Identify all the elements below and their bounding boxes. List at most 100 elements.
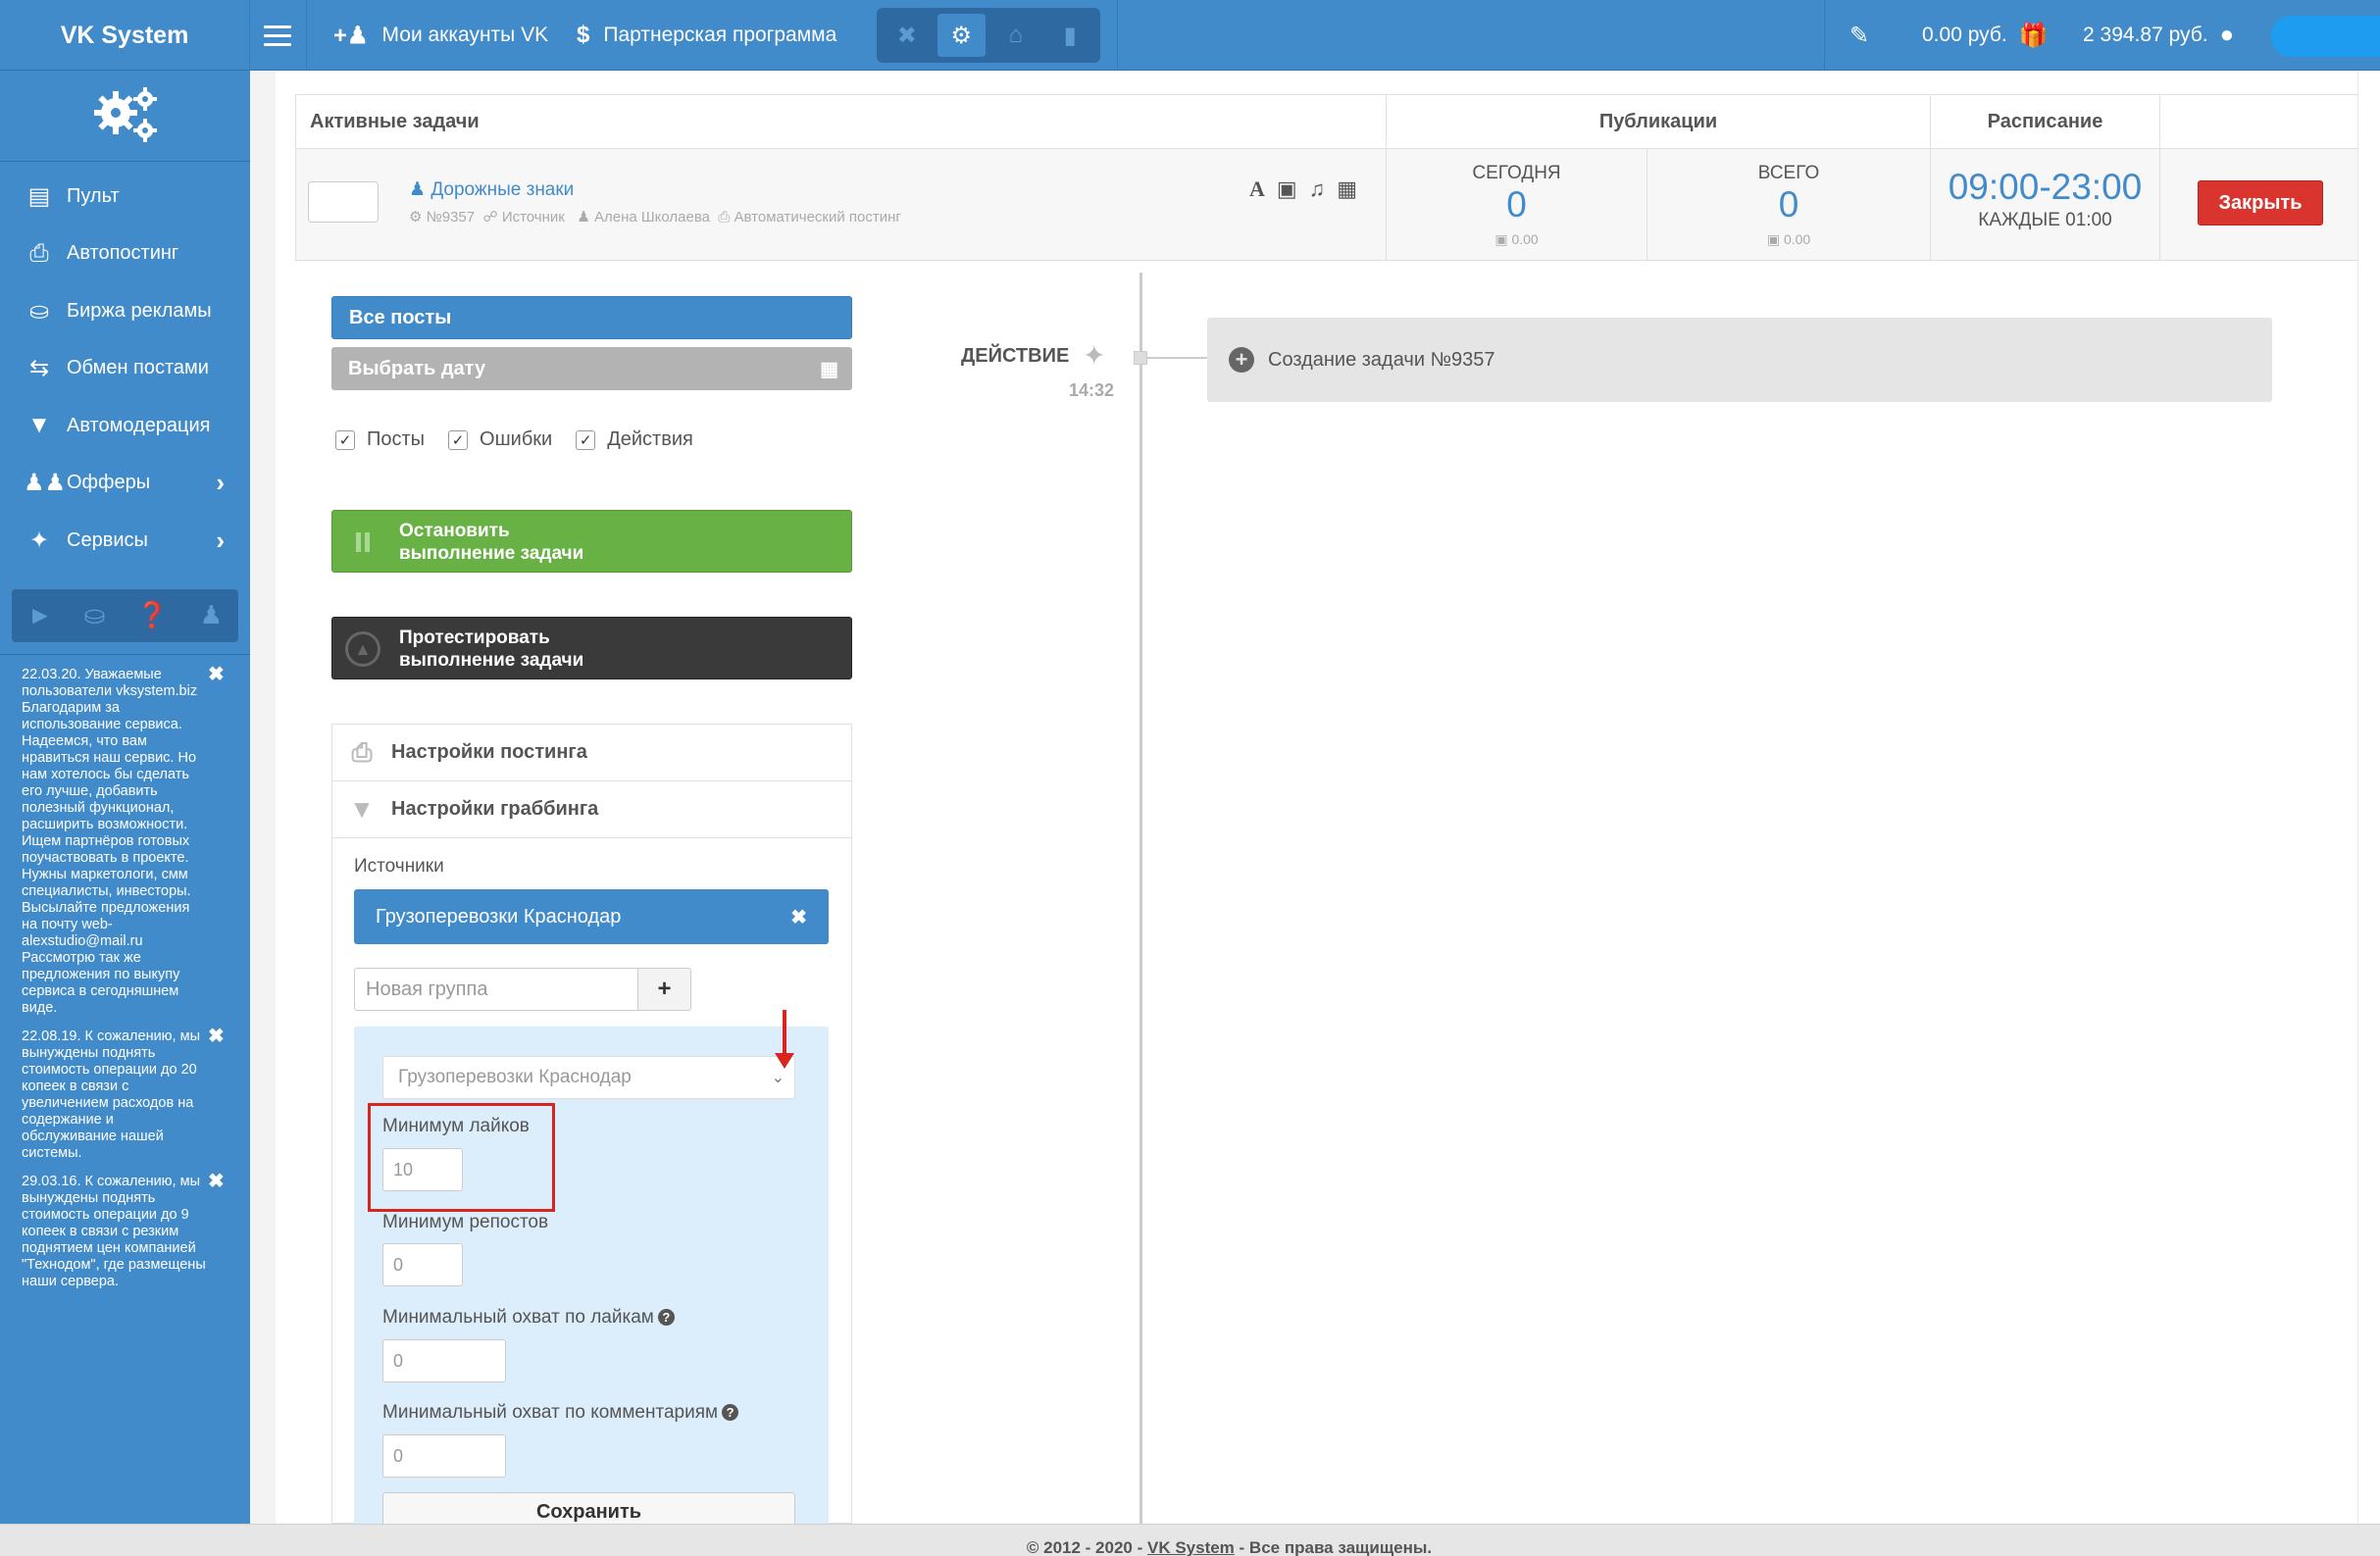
eyedropper-icon: ✎ bbox=[1849, 22, 1870, 49]
close-icon[interactable]: ✖ bbox=[208, 1172, 225, 1191]
min-reach-likes-label: Минимальный охват по лайкам? bbox=[382, 1307, 675, 1329]
sidebar-item-label: Пульт bbox=[67, 184, 120, 207]
new-group-input[interactable] bbox=[354, 968, 638, 1011]
all-posts-button[interactable]: Все посты bbox=[331, 296, 852, 339]
footer: © 2012 - 2020 - VK System - Все права за… bbox=[0, 1524, 2380, 1556]
scrollbar[interactable] bbox=[2357, 71, 2380, 1524]
users-icon: ♟♟ bbox=[24, 470, 67, 497]
timeline-event-text: Создание задачи №9357 bbox=[1268, 348, 1495, 371]
content-type-icons: A ▣ ♫ ▦ bbox=[1249, 176, 1357, 202]
megaphone-icon[interactable]: ► bbox=[27, 600, 53, 630]
link-icon: ☍ bbox=[482, 209, 498, 226]
filter-actions-checkbox[interactable]: ✓ Действия bbox=[576, 428, 693, 451]
filter-label: Ошибки bbox=[480, 428, 553, 450]
test-task-button[interactable]: ▲ Протестировать выполнение задачи bbox=[331, 617, 852, 679]
sidebar-item-label: Офферы bbox=[67, 472, 151, 494]
brand-logo[interactable]: VK System bbox=[0, 0, 250, 71]
grabbing-settings-label: Настройки граббинга bbox=[391, 798, 599, 820]
add-user-icon: +♟ bbox=[333, 22, 369, 49]
close-task-button[interactable]: Закрыть bbox=[2198, 180, 2323, 226]
sidebar-tools: ► ⛀ ❓ ♟ bbox=[12, 588, 238, 642]
highlight-box bbox=[368, 1103, 555, 1212]
nav-partner-program[interactable]: $ Партнерская программа bbox=[577, 0, 836, 71]
bonus-balance[interactable]: 0.00 руб. 🎁 bbox=[1922, 0, 2049, 71]
help-icon[interactable]: ❓ bbox=[136, 600, 168, 630]
task-row: ♟ Дорожные знаки ⚙ №9357 ☍ Источник ♟ Ал… bbox=[295, 148, 2360, 261]
tools-icon[interactable]: ✖ bbox=[883, 14, 932, 57]
menu-toggle-icon[interactable] bbox=[257, 18, 298, 53]
remove-source-icon[interactable]: ✖ bbox=[790, 905, 807, 929]
content-gutter bbox=[250, 71, 276, 1524]
task-author: Алена Школаева bbox=[594, 209, 710, 226]
sidebar-item-label: Обмен постами bbox=[67, 357, 209, 379]
news-item: 29.03.16. К сожалению, мы вынуждены подн… bbox=[22, 1172, 225, 1290]
home-icon[interactable]: ⌂ bbox=[991, 14, 1040, 57]
min-reach-comments-text: Минимальный охват по комментариям bbox=[382, 1402, 719, 1423]
source-select-value: Грузоперевозки Краснодар bbox=[398, 1067, 632, 1087]
task-type: Автоматический постинг bbox=[734, 209, 901, 226]
source-tag-label: Грузоперевозки Краснодар bbox=[376, 905, 622, 928]
log-filters: ✓ Посты ✓ Ошибки ✓ Действия bbox=[335, 428, 693, 451]
grabbing-settings-header[interactable]: ▼ Настройки граббинга bbox=[332, 781, 851, 838]
sidebar-item-services[interactable]: ✦ Сервисы › bbox=[0, 512, 250, 570]
sidebar-menu: ▤ Пульт ⎙ Автопостинг ⛀ Биржа рекламы ⇆ … bbox=[0, 161, 250, 570]
task-title-link[interactable]: ♟ Дорожные знаки bbox=[409, 178, 574, 201]
source-select[interactable]: Грузоперевозки Краснодар ⌄ bbox=[382, 1056, 795, 1099]
book-icon[interactable]: ▮ bbox=[1046, 14, 1095, 57]
main-balance-value: 2 394.87 руб. bbox=[2083, 24, 2208, 46]
posting-settings-header[interactable]: ⎙ Настройки постинга bbox=[332, 725, 851, 781]
news-item: 22.03.20. Уважаемые пользователи vksyste… bbox=[22, 665, 225, 1017]
min-reposts-input[interactable] bbox=[382, 1243, 463, 1286]
add-group-button[interactable]: + bbox=[637, 968, 691, 1011]
footer-link[interactable]: VK System bbox=[1147, 1538, 1235, 1556]
checkmark-icon: ✓ bbox=[448, 429, 469, 450]
money-icon: ▣ bbox=[1766, 231, 1781, 247]
sidebar-item-autoposting[interactable]: ⎙ Автопостинг bbox=[0, 226, 250, 283]
checkmark-icon: ✓ bbox=[576, 429, 596, 450]
sidebar-item-automoderation[interactable]: ▼ Автомодерация bbox=[0, 397, 250, 455]
coins-icon[interactable]: ⛀ bbox=[84, 600, 106, 630]
timeline-event-card: + Создание задачи №9357 bbox=[1207, 318, 2272, 402]
nav-my-accounts[interactable]: +♟ Мои аккаунты VK bbox=[333, 0, 548, 71]
sidebar-item-ad-exchange[interactable]: ⛀ Биржа рекламы bbox=[0, 282, 250, 340]
nav-my-accounts-label: Мои аккаунты VK bbox=[381, 24, 549, 46]
help-icon[interactable]: ? bbox=[722, 1404, 739, 1421]
upload-circle-icon: ▲ bbox=[345, 631, 380, 667]
image-icon: ▣ bbox=[1276, 176, 1297, 201]
gear-icon[interactable]: ⚙ bbox=[937, 14, 986, 57]
sidebar-item-label: Автопостинг bbox=[67, 242, 179, 265]
filter-posts-checkbox[interactable]: ✓ Посты bbox=[335, 428, 425, 451]
user-icon[interactable]: ♟ bbox=[200, 600, 223, 630]
min-reach-comments-input[interactable] bbox=[382, 1434, 506, 1478]
sidebar-item-post-exchange[interactable]: ⇆ Обмен постами bbox=[0, 340, 250, 398]
news-text: 22.03.20. Уважаемые пользователи vksyste… bbox=[22, 666, 198, 1016]
help-icon[interactable]: ? bbox=[657, 1309, 675, 1326]
divider bbox=[306, 0, 307, 71]
filter-icon: ▼ bbox=[27, 412, 51, 439]
close-icon[interactable]: ✖ bbox=[208, 1027, 225, 1046]
news-item: 22.08.19. К сожалению, мы вынуждены подн… bbox=[22, 1027, 225, 1162]
source-tag: Грузоперевозки Краснодар ✖ bbox=[354, 889, 829, 944]
posting-settings-label: Настройки постинга bbox=[391, 741, 587, 763]
min-reach-likes-text: Минимальный охват по лайкам bbox=[382, 1307, 654, 1328]
pick-date-button[interactable]: Выбрать дату ▦ bbox=[331, 347, 852, 390]
stat-total-value: 0 bbox=[1778, 184, 1799, 225]
printer-icon: ⎙ bbox=[351, 736, 373, 767]
gift-icon: 🎁 bbox=[2018, 22, 2049, 49]
stat-today: СЕГОДНЯ 0 ▣ 0.00 bbox=[1387, 149, 1647, 260]
sidebar-item-dashboard[interactable]: ▤ Пульт bbox=[0, 168, 250, 226]
main-balance[interactable]: 2 394.87 руб. ● bbox=[2083, 0, 2234, 71]
close-icon[interactable]: ✖ bbox=[208, 665, 225, 684]
filter-errors-checkbox[interactable]: ✓ Ошибки bbox=[448, 428, 552, 451]
sidebar-item-offers[interactable]: ♟♟ Офферы › bbox=[0, 455, 250, 513]
min-reach-likes-input[interactable] bbox=[382, 1339, 506, 1382]
user-menu-button[interactable] bbox=[2271, 16, 2380, 57]
pick-date-label: Выбрать дату bbox=[348, 357, 486, 379]
dollar-icon: $ bbox=[577, 22, 590, 48]
min-reposts-label: Минимум репостов bbox=[382, 1212, 549, 1232]
task-select-checkbox[interactable] bbox=[308, 181, 379, 223]
eyedropper-button[interactable]: ✎ bbox=[1849, 0, 1869, 71]
stop-task-line2: выполнение задачи bbox=[399, 543, 584, 564]
stop-task-button[interactable]: Остановить выполнение задачи bbox=[331, 510, 852, 573]
task-title: Дорожные знаки bbox=[430, 179, 575, 200]
